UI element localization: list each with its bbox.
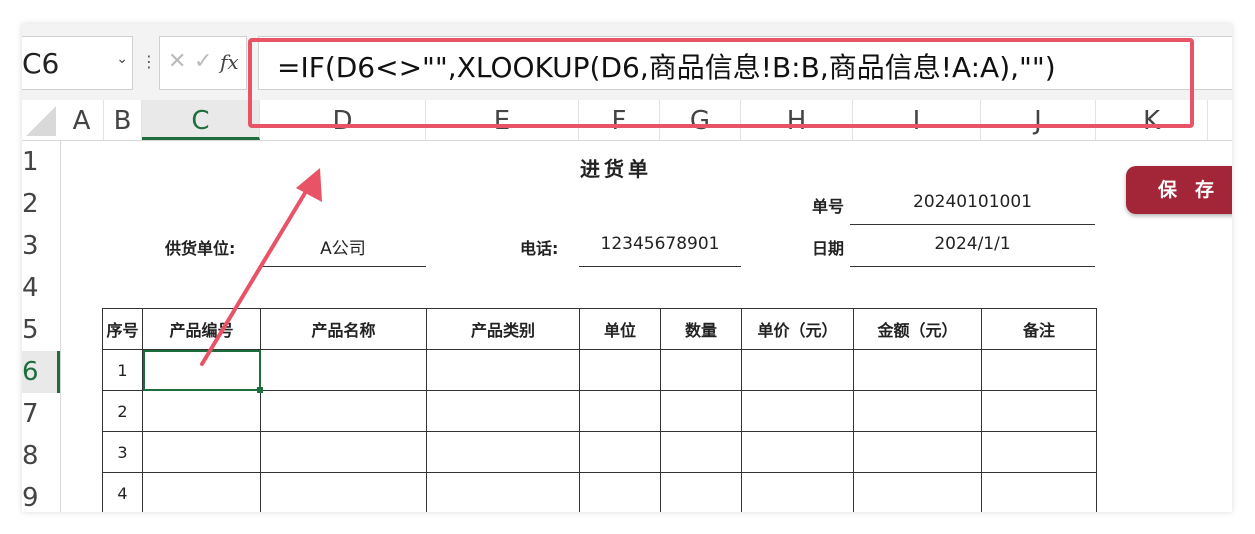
spreadsheet-window: C6 ⌄ ⋮ ✕ ✓ fx =IF(D6<>"",XLOOKUP(D6,商品信息… bbox=[22, 24, 1232, 512]
annotation-arrow-icon bbox=[200, 168, 322, 366]
